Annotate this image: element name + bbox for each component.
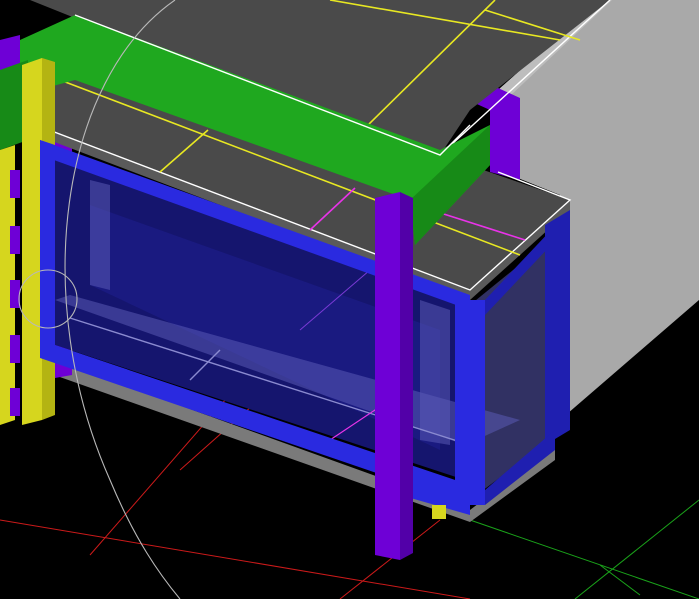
cad-3d-viewport[interactable] (0, 0, 699, 599)
purple-block (10, 280, 20, 308)
purple-block (10, 388, 20, 416)
purple-block (10, 226, 20, 254)
column-front-face (375, 192, 400, 560)
green-axis-line (599, 564, 641, 596)
column-front-side (400, 192, 413, 560)
yellow-base-block (432, 505, 446, 519)
scene-canvas[interactable] (0, 0, 699, 599)
green-axis-line (469, 519, 699, 599)
purple-block (10, 335, 20, 363)
yellow-column-face (22, 58, 42, 425)
green-axis-lines (469, 499, 699, 599)
purple-block (10, 170, 20, 198)
frame-right-post (455, 300, 485, 505)
frame-side-right (545, 210, 570, 445)
green-axis-line (574, 499, 699, 599)
glass-inner-post (90, 180, 110, 290)
